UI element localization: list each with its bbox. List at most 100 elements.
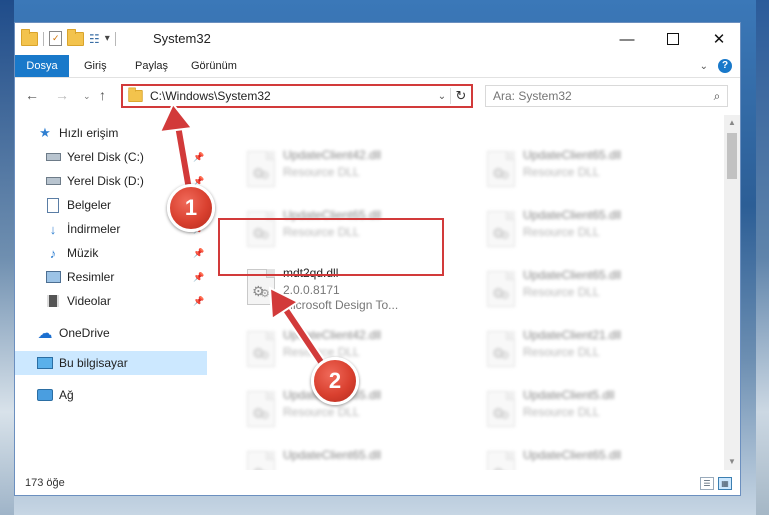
pin-icon[interactable]: 📌 xyxy=(193,152,204,163)
properties-icon[interactable]: ✓ xyxy=(49,31,62,46)
desktop-wallpaper-right xyxy=(756,0,769,515)
expand-ribbon-chevron-down-icon[interactable]: ⌄ xyxy=(700,61,708,72)
network-icon xyxy=(37,387,53,403)
file-version: 2.0.0.8171 xyxy=(283,283,340,297)
dll-file-icon: ⚙⚙ xyxy=(487,211,515,247)
dll-file-icon: ⚙⚙ xyxy=(247,391,275,427)
pin-icon[interactable]: 📌 xyxy=(193,248,204,259)
file-item[interactable]: ⚙⚙ UpdateClient65.dll xyxy=(473,445,698,470)
file-name: UpdateClient21.dll xyxy=(523,328,622,342)
star-icon: ★ xyxy=(39,125,51,140)
recent-locations-chevron-down-icon[interactable]: ⌄ xyxy=(83,91,91,102)
pin-icon[interactable]: 📌 xyxy=(193,296,204,307)
sidebar-item-label: Yerel Disk (C:) xyxy=(67,150,144,164)
sidebar-item-pictures[interactable]: Resimler 📌 xyxy=(15,265,207,289)
documents-icon xyxy=(45,197,61,213)
file-name: UpdateClient42.dll xyxy=(283,328,382,342)
file-name: UpdateClient65.dll xyxy=(523,448,622,462)
file-name: UpdateClient5.dll xyxy=(523,388,615,402)
navigation-pane: ★ Hızlı erişim Yerel Disk (C:) 📌 Yerel D… xyxy=(15,115,207,470)
folder-icon xyxy=(21,28,38,46)
scroll-down-arrow-icon[interactable]: ▼ xyxy=(724,454,740,470)
file-name: UpdateClient65.dll xyxy=(523,148,622,162)
file-item[interactable]: ⚙ ⚙ UpdateClient21.dll Resource DLL xyxy=(473,325,698,381)
file-type: Resource DLL xyxy=(523,165,600,179)
file-type: Resource DLL xyxy=(283,165,360,179)
details-view-icon[interactable]: ☰ xyxy=(700,477,714,490)
file-type: Resource DLL xyxy=(523,345,600,359)
sidebar-item-label: Videolar xyxy=(67,294,111,308)
pictures-icon xyxy=(45,269,61,285)
file-name: UpdateClient65.dll xyxy=(283,448,382,462)
back-arrow-icon[interactable]: ← xyxy=(25,87,39,103)
close-button[interactable]: ✕ xyxy=(696,23,742,55)
sidebar-item-local-disk-c[interactable]: Yerel Disk (C:) 📌 xyxy=(15,145,207,169)
address-path[interactable]: C:\Windows\System32 xyxy=(150,89,434,103)
scroll-up-arrow-icon[interactable]: ▲ xyxy=(724,115,740,131)
view-options-icon[interactable]: ☷ xyxy=(89,32,100,46)
sidebar-item-label: Belgeler xyxy=(67,198,112,212)
sidebar-item-label: OneDrive xyxy=(59,326,110,340)
dll-file-icon: ⚙⚙ xyxy=(247,331,275,367)
vertical-scrollbar[interactable]: ▲ ▼ xyxy=(724,115,740,470)
dll-file-icon: ⚙⚙ xyxy=(487,451,515,470)
customize-toolbar-chevron-down-icon[interactable]: ▾ xyxy=(105,33,110,44)
address-history-chevron-down-icon[interactable]: ⌄ xyxy=(434,91,450,102)
file-item[interactable]: ⚙⚙ UpdateClient65.dll Resource DLL xyxy=(473,205,698,261)
refresh-icon[interactable]: ↻ xyxy=(450,88,471,104)
search-input[interactable] xyxy=(486,88,707,104)
sidebar-item-this-pc[interactable]: Bu bilgisayar xyxy=(15,351,207,375)
highlight-frame-file xyxy=(218,218,444,276)
maximize-icon xyxy=(667,33,679,45)
toolbar-divider xyxy=(43,31,44,46)
tiles-view-icon[interactable]: ▦ xyxy=(718,477,732,490)
sidebar-item-label: Müzik xyxy=(67,246,99,260)
step-marker-2: 2 xyxy=(311,357,359,405)
help-icon[interactable]: ? xyxy=(718,59,732,73)
item-count: 173 öğe xyxy=(25,477,65,489)
file-item[interactable]: ⚙⚙ UpdateClient65.dll Resource DLL xyxy=(473,265,698,321)
sidebar-item-music[interactable]: ♪ Müzik 📌 xyxy=(15,241,207,265)
videos-icon xyxy=(45,293,61,309)
sidebar-item-network[interactable]: Ağ xyxy=(15,383,207,407)
ribbon: Dosya Giriş Paylaş Görünüm ⌄ ? xyxy=(15,55,740,78)
file-item[interactable]: ⚙ ⚙ UpdateClient5.dll Resource DLL xyxy=(473,385,698,441)
maximize-button[interactable] xyxy=(650,23,696,55)
file-item[interactable]: ⚙ ⚙ UpdateClient42.dll Resource DLL xyxy=(233,145,458,201)
file-list: ⚙ ⚙ UpdateClient42.dll Resource DLL ⚙ ⚙ Up… xyxy=(220,115,724,470)
scrollbar-thumb[interactable] xyxy=(727,133,737,179)
sidebar-item-quick-access[interactable]: ★ Hızlı erişim xyxy=(15,121,207,145)
up-arrow-icon[interactable]: ↑ xyxy=(99,87,106,103)
step-marker-1: 1 xyxy=(167,184,215,232)
window-title: System32 xyxy=(153,31,211,46)
file-name: UpdateClient65.dll xyxy=(523,268,622,282)
tab-view[interactable]: Görünüm xyxy=(191,55,237,77)
file-item[interactable]: ⚙⚙ UpdateClient65.dll xyxy=(233,445,458,470)
folder-icon xyxy=(128,87,143,102)
new-folder-icon[interactable] xyxy=(67,28,84,46)
minimize-button[interactable]: — xyxy=(604,23,650,55)
quick-access-toolbar: ✓ ☷ ▾ xyxy=(21,28,116,46)
file-type: Resource DLL xyxy=(523,405,600,419)
tab-file[interactable]: Dosya xyxy=(15,55,69,77)
file-type: Resource DLL xyxy=(523,285,600,299)
pin-icon[interactable]: 📌 xyxy=(193,272,204,283)
sidebar-item-videos[interactable]: Videolar 📌 xyxy=(15,289,207,313)
file-item[interactable]: ⚙⚙ UpdateClient65.dll Resource DLL xyxy=(473,145,698,201)
search-box[interactable]: ⌕ xyxy=(485,85,728,107)
file-description: Microsoft Design To... xyxy=(283,298,399,312)
sidebar-item-onedrive[interactable]: ☁ OneDrive xyxy=(15,321,207,345)
tab-home[interactable]: Giriş xyxy=(84,55,107,77)
computer-icon xyxy=(37,355,53,371)
dll-file-icon: ⚙⚙ xyxy=(247,151,275,187)
search-icon[interactable]: ⌕ xyxy=(707,89,727,104)
tab-share[interactable]: Paylaş xyxy=(135,55,168,77)
status-bar: 173 öğe ☰ ▦ xyxy=(15,473,740,495)
sidebar-item-label: Bu bilgisayar xyxy=(59,356,128,370)
file-type: Resource DLL xyxy=(523,225,600,239)
sidebar-item-label: Hızlı erişim xyxy=(59,126,119,140)
forward-arrow-icon[interactable]: → xyxy=(55,87,69,103)
address-bar[interactable]: C:\Windows\System32 ⌄ ↻ xyxy=(121,84,473,108)
file-type: Resource DLL xyxy=(283,405,360,419)
sidebar-item-label: Ağ xyxy=(59,388,74,402)
